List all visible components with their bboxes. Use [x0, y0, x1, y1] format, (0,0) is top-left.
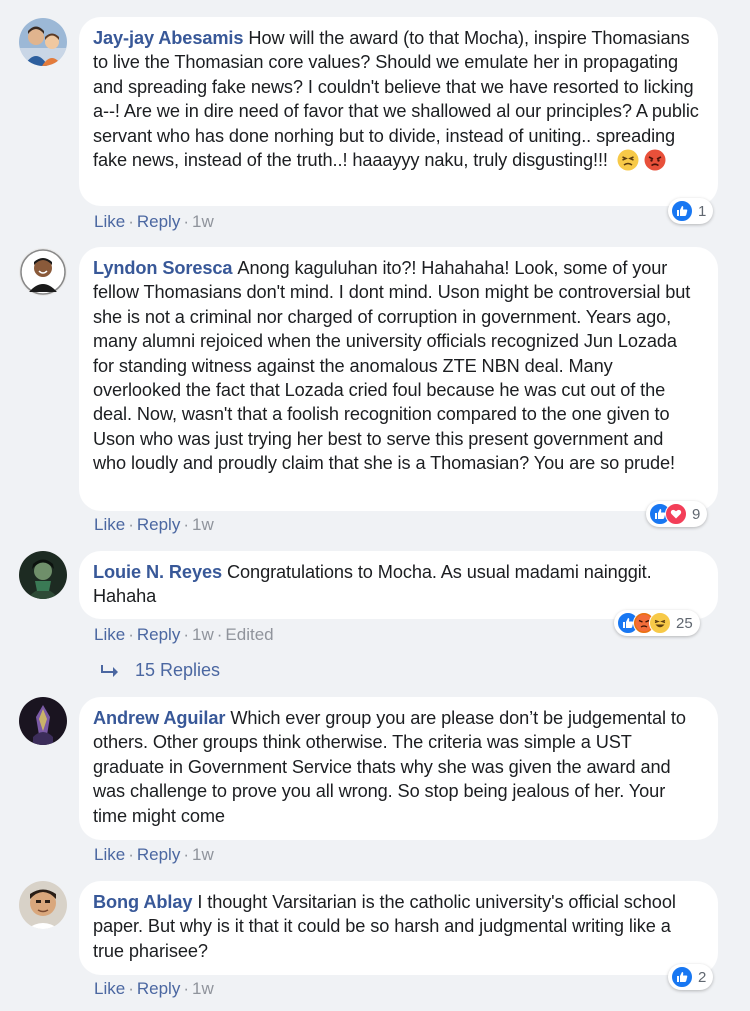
replies-count-label[interactable]: 15 Replies	[135, 660, 220, 681]
comment-author[interactable]: Lyndon Soresca	[93, 258, 233, 278]
comment-actions: Like · Reply · 1w	[94, 515, 214, 534]
like-link[interactable]: Like	[94, 515, 125, 534]
avatar[interactable]	[19, 18, 67, 66]
reaction-count: 1	[698, 202, 707, 220]
reaction-summary[interactable]: 2	[668, 964, 714, 990]
comment-bubble: Louie N. Reyes Congratulations to Mocha. …	[79, 551, 718, 619]
like-link[interactable]: Like	[94, 845, 125, 864]
comment-author[interactable]: Louie N. Reyes	[93, 562, 222, 582]
reply-link[interactable]: Reply	[137, 625, 180, 644]
timestamp[interactable]: 1w	[192, 979, 214, 998]
comment-author[interactable]: Bong Ablay	[93, 892, 192, 912]
like-reaction-icon	[671, 200, 693, 222]
comment-text: How will the award (to that Mocha), insp…	[93, 28, 699, 171]
like-link[interactable]: Like	[94, 979, 125, 998]
reaction-summary[interactable]: 1	[668, 198, 714, 224]
reaction-summary[interactable]: 25	[614, 610, 700, 636]
love-reaction-icon	[665, 503, 687, 525]
like-reaction-icon	[671, 966, 693, 988]
timestamp[interactable]: 1w	[192, 515, 214, 534]
reaction-count: 25	[676, 614, 693, 632]
haha-reaction-icon	[649, 612, 671, 634]
angry-face-icon	[644, 149, 666, 177]
timestamp[interactable]: 1w	[192, 212, 214, 231]
comment-actions: Like · Reply · 1w	[94, 212, 214, 231]
comment-actions: Like · Reply · 1w	[94, 845, 214, 864]
reply-arrow-icon	[101, 664, 119, 678]
view-replies-link[interactable]: 15 Replies	[101, 660, 220, 681]
comment-bubble: Andrew Aguilar Which ever group you are p…	[79, 697, 718, 840]
comment-bubble: Bong Ablay I thought Varsitarian is the c…	[79, 881, 718, 975]
comment-text: Anong kaguluhan ito?! Hahahaha! Look, so…	[93, 258, 691, 474]
persevering-face-icon	[617, 149, 639, 177]
comment-actions: Like · Reply · 1w · Edited	[94, 625, 274, 644]
comment-author[interactable]: Jay-jay Abesamis	[93, 28, 244, 48]
avatar[interactable]	[19, 697, 67, 745]
like-link[interactable]: Like	[94, 625, 125, 644]
comment-author[interactable]: Andrew Aguilar	[93, 708, 225, 728]
avatar[interactable]	[19, 248, 67, 296]
timestamp[interactable]: 1w	[192, 625, 214, 644]
reply-link[interactable]: Reply	[137, 212, 180, 231]
reaction-count: 2	[698, 968, 707, 986]
comment-bubble: Jay-jay Abesamis How will the award (to t…	[79, 17, 718, 206]
avatar[interactable]	[19, 881, 67, 929]
like-link[interactable]: Like	[94, 212, 125, 231]
avatar[interactable]	[19, 551, 67, 599]
timestamp[interactable]: 1w	[192, 845, 214, 864]
reaction-count: 9	[692, 505, 701, 523]
comment-bubble: Lyndon Soresca Anong kaguluhan ito?! Haha…	[79, 247, 718, 511]
reply-link[interactable]: Reply	[137, 979, 180, 998]
edited-label[interactable]: Edited	[225, 625, 273, 644]
comment-actions: Like · Reply · 1w	[94, 979, 214, 998]
reply-link[interactable]: Reply	[137, 845, 180, 864]
reaction-summary[interactable]: 9	[646, 501, 708, 527]
reply-link[interactable]: Reply	[137, 515, 180, 534]
